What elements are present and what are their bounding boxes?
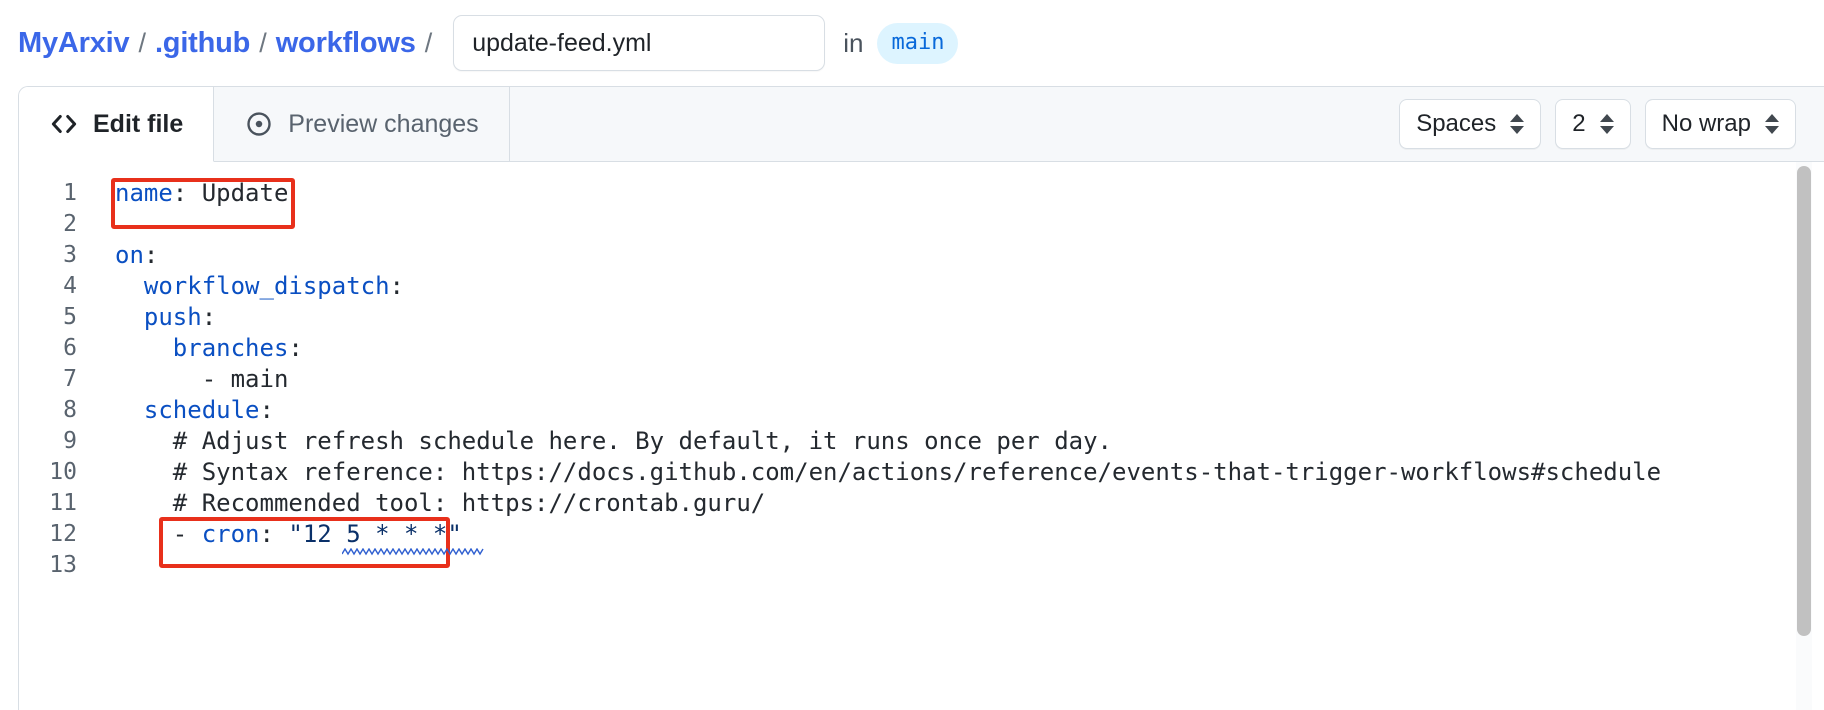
code-token-key: workflow_dispatch [143,272,390,300]
code-line: 10 # Syntax reference: https://docs.gith… [19,457,1824,488]
chevron-updown-icon [1599,114,1614,134]
code-line: 12 - cron: "12 5 * * *" [19,519,1824,550]
indent-mode-select[interactable]: Spaces [1399,99,1542,149]
code-token-plain: : [389,272,404,300]
code-line: 1 name: Update [19,178,1824,209]
filename-input[interactable] [453,15,826,71]
tab-edit-file-label: Edit file [93,109,184,138]
code-line-text: - main [97,364,289,395]
breadcrumb-dir-workflows-link[interactable]: workflows [276,27,416,60]
code-line-text: name: Update [97,178,288,209]
code-line-text: # Adjust refresh schedule here. By defau… [97,426,1112,457]
code-token-comment: # Syntax reference: https://docs.github.… [172,458,1662,486]
line-number: 3 [63,242,77,268]
code-line: 3 on: [19,240,1824,271]
code-line: 4 workflow_dispatch: [19,271,1824,302]
line-number: 4 [63,273,77,299]
code-token-plain: - main [201,365,289,393]
line-number: 7 [63,366,77,392]
code-token-plain: : [201,303,217,331]
code-line-text: on: [97,240,158,271]
code-line-text: workflow_dispatch: [97,271,404,302]
tab-preview-changes[interactable]: Preview changes [214,87,510,161]
code-scrollbar[interactable] [1796,162,1812,710]
code-line-text: - cron: "12 5 * * *" [97,519,462,550]
in-label: in [843,27,864,58]
code-line: 13 [19,550,1824,581]
code-token-key: name [115,179,173,207]
code-line: 9 # Adjust refresh schedule here. By def… [19,426,1824,457]
file-editor-card: Edit file Preview changes Spaces 2 No wr… [18,86,1824,710]
indent-size-select[interactable]: 2 [1555,99,1631,149]
code-scrollbar-thumb[interactable] [1797,166,1811,636]
wrap-mode-value: No wrap [1661,110,1751,137]
line-number: 10 [49,459,77,485]
chevron-updown-icon [1510,114,1525,134]
code-line: 5 push: [19,302,1824,333]
line-number: 6 [63,335,77,361]
breadcrumb-separator-3: / [424,27,433,58]
breadcrumb: MyArxiv / .github / workflows / in main [0,0,1824,86]
code-token-key: push [143,303,202,331]
code-token-comment: # Adjust refresh schedule here. By defau… [172,427,1112,455]
code-line-text: # Recommended tool: https://crontab.guru… [97,488,765,519]
line-number: 9 [63,428,77,454]
code-editor[interactable]: 1 name: Update 2 3 on: 4 workflow_dispatch: 5 … [19,162,1824,710]
code-line-text: # Syntax reference: https://docs.github.… [97,457,1661,488]
wrap-mode-select[interactable]: No wrap [1644,99,1796,149]
breadcrumb-separator-1: / [138,27,146,58]
code-token-key: cron [201,520,260,548]
code-token-plain: - [172,520,202,548]
line-number: 5 [63,304,77,330]
eye-icon [244,109,274,139]
tab-preview-changes-label: Preview changes [288,109,479,138]
line-number: 11 [49,490,77,516]
code-token-key: on [115,241,144,269]
code-token-plain: : [288,334,303,362]
code-line: 6 branches: [19,333,1824,364]
code-brackets-icon [49,109,79,139]
branch-badge: main [877,22,959,64]
line-number: 8 [63,397,77,423]
line-number: 2 [63,211,77,237]
editor-settings-group: Spaces 2 No wrap [1399,87,1824,161]
line-number: 13 [49,552,77,578]
chevron-updown-icon [1765,114,1779,134]
breadcrumb-separator-2: / [259,27,267,58]
tab-edit-file[interactable]: Edit file [19,87,215,162]
code-token-plain: : [259,520,289,548]
code-token-plain: : [143,241,159,269]
code-token-plain: : [259,396,274,424]
code-token-key: schedule [143,396,260,424]
indent-size-value: 2 [1572,110,1586,137]
code-line-text: branches: [97,333,303,364]
indent-mode-value: Spaces [1416,110,1497,137]
code-line: 11 # Recommended tool: https://crontab.g… [19,488,1824,519]
code-lines: 1 name: Update 2 3 on: 4 workflow_dispatch: 5 … [19,162,1824,581]
code-token-string: "12 5 * * *" [288,520,462,548]
line-number: 1 [63,180,77,206]
code-line: 2 [19,209,1824,240]
line-number: 12 [49,521,77,547]
breadcrumb-repo-link[interactable]: MyArxiv [18,27,130,60]
code-line: 7 - main [19,364,1824,395]
editor-toolbar: Edit file Preview changes Spaces 2 No wr… [19,87,1824,162]
code-token-comment: # Recommended tool: https://crontab.guru… [172,489,766,517]
code-line-text: push: [97,302,216,333]
code-line: 8 schedule: [19,395,1824,426]
code-line-text: schedule: [97,395,274,426]
breadcrumb-dir-github-link[interactable]: .github [155,27,250,60]
code-token-plain: : Update [172,179,289,207]
code-token-key: branches [172,334,289,362]
